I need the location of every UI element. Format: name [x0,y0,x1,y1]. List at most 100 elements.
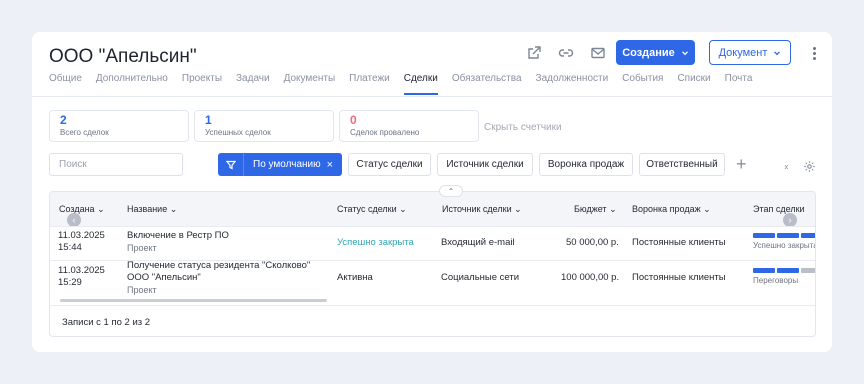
row-divider [50,226,815,227]
filter-chip-source[interactable]: Источник сделки [437,153,533,176]
more-menu-icon[interactable] [808,43,820,63]
filter-preset-button[interactable]: По умолчанию × [218,153,342,176]
filter-icon[interactable] [218,153,244,176]
tab-item[interactable]: Задачи [236,73,270,95]
page-title: ООО "Апельсин" [49,46,197,67]
tab-item[interactable]: Общие [49,73,82,95]
row-stage: Переговоры [753,276,799,285]
column-name[interactable]: Название ⌄ [127,204,177,215]
counter-success[interactable]: 1 Успешных сделок [194,110,334,142]
column-source[interactable]: Источник сделки ⌄ [442,204,522,215]
counter-total[interactable]: 2 Всего сделок [49,110,189,142]
close-icon[interactable]: × [321,159,333,171]
row-status: Активна [337,272,373,283]
row-type: Проект [127,243,157,253]
row-budget: 100 000,00 р. [561,272,620,283]
counter-total-value: 2 [60,113,67,127]
column-funnel[interactable]: Воронка продаж ⌄ [632,204,711,215]
search-input[interactable]: Поиск [49,153,183,176]
chevron-left-icon[interactable]: ‹ [67,213,81,227]
tab-item[interactable]: Задолженности [536,73,609,95]
row-created: 11.03.2025 15:29 [58,265,105,289]
create-button-label: Создание [622,46,675,59]
header-actions [524,43,608,63]
counter-success-value: 1 [205,113,212,127]
tab-item[interactable]: Проекты [182,73,222,95]
row-funnel: Постоянные клиенты [632,237,726,248]
counter-failed[interactable]: 0 Сделок провалено [339,110,479,142]
create-button[interactable]: Создание [616,40,695,65]
column-budget[interactable]: Бюджет ⌄ [574,204,617,215]
tab-item[interactable]: Списки [677,73,710,95]
row-status[interactable]: Успешно закрыта [337,237,414,249]
row-name-line: ООО "Апельсин" [127,272,201,283]
chevron-down-icon: ⌄ [514,204,522,214]
counter-failed-label: Сделок провалено [350,128,420,137]
stage-progress [753,268,815,273]
row-created: 11.03.2025 15:44 [58,230,105,254]
chevron-down-icon [774,50,781,55]
hide-counters-link[interactable]: Скрыть счетчики [484,122,562,133]
mail-icon[interactable] [588,43,608,63]
tab-bar: Общие Дополнительно Проекты Задачи Документы… [49,73,752,95]
table-header: Создана ⌄ Название ⌄ Статус сделки ⌄ Ист… [50,192,815,227]
row-name[interactable]: Включение в Рестр ПО Проект [127,230,229,254]
row-stage: Успешно закрыта [753,241,816,250]
add-filter-icon[interactable]: + [736,154,747,174]
chevron-down-icon: ⌄ [609,204,617,214]
counter-failed-value: 0 [350,113,357,127]
tabs-divider [32,96,832,97]
row-date: 11.03.2025 [58,265,105,276]
tab-item[interactable]: Почта [725,73,753,95]
row-date: 11.03.2025 [58,230,105,241]
counter-success-label: Успешных сделок [205,128,271,137]
filter-chip-funnel[interactable]: Воронка продаж [539,153,633,176]
chevron-down-icon [681,50,688,55]
filter-chip-responsible[interactable]: Ответственный [639,153,725,176]
chevron-down-icon: ⌄ [399,204,407,214]
column-name-label: Название [127,204,168,214]
chevron-up-icon[interactable]: ⌃ [439,185,463,197]
column-status[interactable]: Статус сделки ⌄ [337,204,407,215]
collapse-filters-icon[interactable]: ⌄ ⌃ [783,161,790,175]
column-created-label: Создана [59,204,95,214]
tab-item[interactable]: Сделки [403,73,438,95]
tab-item[interactable]: Платежи [349,73,390,95]
column-stage[interactable]: Этап сделки [753,204,805,214]
chevron-down-icon: ⌄ [703,204,711,214]
row-source: Социальные сети [441,272,520,283]
row-name[interactable]: Получение статуса резидента "Сколково" О… [127,260,310,296]
filter-preset-label: По умолчанию [253,159,321,170]
pagination-info: Записи с 1 по 2 из 2 [62,317,151,328]
filter-chip-status[interactable]: Статус сделки [348,153,431,176]
document-button-label: Документ [718,46,768,59]
column-status-label: Статус сделки [337,204,397,214]
row-name-line: Включение в Рестр ПО [127,230,229,241]
external-link-icon[interactable] [524,43,544,63]
row-name-line: Получение статуса резидента "Сколково" [127,260,311,271]
link-icon[interactable] [556,43,576,63]
tab-item[interactable]: Обязательства [452,73,522,95]
chevron-down-icon: ⌄ [97,204,105,214]
row-funnel: Постоянные клиенты [632,272,726,283]
row-time: 15:29 [58,277,82,288]
tab-item[interactable]: События [622,73,663,95]
row-budget: 50 000,00 р. [566,237,619,248]
column-created[interactable]: Создана ⌄ [59,204,105,215]
footer-divider [50,305,815,306]
tab-item[interactable]: Дополнительно [96,73,168,95]
deal-card: ООО "Апельсин" Создание Документ Общие До… [32,32,832,352]
column-stage-label: Этап сделки [753,204,805,214]
row-type: Проект [127,285,157,295]
horizontal-scrollbar[interactable] [60,299,327,302]
chevron-right-icon[interactable]: › [783,213,797,227]
chevron-down-icon: ⌄ [169,204,178,214]
counter-total-label: Всего сделок [60,128,109,137]
gear-icon[interactable] [803,160,816,178]
deals-table: Создана ⌄ Название ⌄ Статус сделки ⌄ Ист… [49,191,816,337]
column-source-label: Источник сделки [442,204,512,214]
row-source: Входящий e-mail [441,237,515,248]
document-button[interactable]: Документ [709,40,791,65]
tab-item[interactable]: Документы [284,73,336,95]
stage-progress [753,233,815,238]
